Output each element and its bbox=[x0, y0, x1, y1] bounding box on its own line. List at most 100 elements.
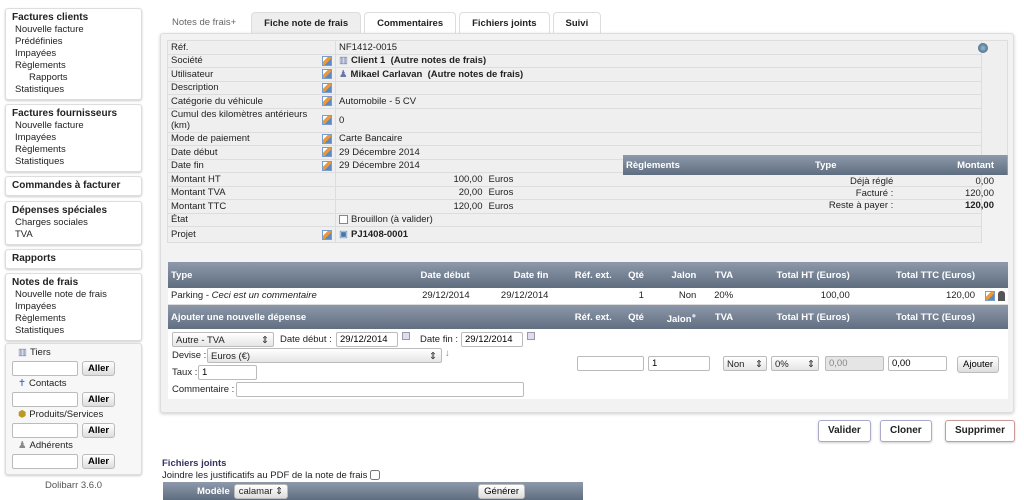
menu-title[interactable]: Factures fournisseurs bbox=[12, 108, 135, 120]
payment-row: Facturé : 120,00 bbox=[623, 187, 1008, 199]
field-label: Utilisateur bbox=[171, 68, 214, 80]
tab[interactable]: Fiche note de frais bbox=[251, 12, 362, 33]
attached-files-title: Fichiers joints bbox=[162, 458, 227, 469]
menu-title[interactable]: Commandes à facturer bbox=[12, 180, 135, 192]
menu-item[interactable]: Impayées bbox=[12, 48, 135, 60]
edit-icon[interactable] bbox=[322, 55, 332, 66]
field-value: 29 Décembre 2014 bbox=[339, 160, 420, 172]
menu-title[interactable]: Notes de frais bbox=[12, 277, 135, 289]
clone-button[interactable]: Cloner bbox=[880, 420, 932, 442]
tab[interactable]: Fichiers joints bbox=[459, 12, 550, 33]
menu-item[interactable]: Impayées bbox=[12, 132, 135, 144]
delete-button[interactable]: Supprimer bbox=[945, 420, 1016, 442]
edit-icon[interactable] bbox=[322, 160, 332, 171]
search-input[interactable] bbox=[12, 423, 78, 438]
menu-item[interactable]: TVA bbox=[12, 229, 135, 241]
generate-button[interactable]: Générer bbox=[478, 483, 525, 499]
project-link[interactable]: PJ1408-0001 bbox=[351, 229, 408, 240]
menu-item[interactable]: Nouvelle facture bbox=[12, 24, 135, 36]
field-value[interactable]: Mikael Carlavan bbox=[351, 69, 423, 80]
currency-select[interactable]: Euros (€) ⇕ bbox=[207, 348, 442, 363]
model-select[interactable]: calamar ⇕ bbox=[233, 483, 289, 499]
comment-input[interactable] bbox=[236, 382, 524, 397]
menu-item[interactable]: Règlements bbox=[12, 313, 135, 325]
field-label: Réf. bbox=[171, 41, 189, 53]
edit-icon[interactable] bbox=[322, 133, 332, 144]
calendar-icon[interactable] bbox=[527, 332, 535, 340]
menu-item[interactable]: Statistiques bbox=[12, 84, 135, 96]
tab-bar: Notes de frais+ Fiche note de frais Commen… bbox=[160, 12, 602, 33]
start-date-input[interactable] bbox=[336, 332, 398, 347]
edit-icon[interactable] bbox=[322, 229, 332, 240]
total-ht-input[interactable] bbox=[825, 356, 884, 371]
contact-icon: ✝ bbox=[18, 378, 26, 389]
edit-icon[interactable] bbox=[322, 69, 332, 80]
search-button[interactable]: Aller bbox=[82, 423, 116, 438]
search-label: ♟ Adhérents bbox=[18, 440, 73, 451]
line-start: 29/12/2014 bbox=[391, 288, 473, 305]
jalon-select[interactable]: Non ⇕ bbox=[723, 356, 767, 371]
user-icon: ♟ bbox=[339, 68, 348, 80]
ref-ext-input[interactable] bbox=[577, 356, 644, 371]
line-ht: 100,00 bbox=[736, 288, 853, 305]
tva-header: TVA bbox=[714, 311, 734, 323]
menu-block: Factures fournisseurs Nouvelle facture Imp… bbox=[5, 104, 142, 172]
menu-title[interactable]: Factures clients bbox=[12, 12, 135, 24]
member-icon: ♟ bbox=[18, 440, 27, 451]
validate-button[interactable]: Valider bbox=[818, 420, 871, 442]
tab[interactable]: Suivi bbox=[552, 12, 602, 33]
line-ttc: 120,00 bbox=[852, 288, 978, 305]
delete-line-icon[interactable] bbox=[998, 290, 1005, 301]
menu-block: Dépenses spéciales Charges sociales TVA bbox=[5, 201, 142, 245]
help-icon[interactable]: ↓ bbox=[445, 346, 450, 361]
attach-checkbox[interactable] bbox=[370, 470, 381, 481]
menu-title[interactable]: Rapports bbox=[12, 253, 135, 265]
next-record-icon[interactable] bbox=[978, 43, 988, 53]
edit-line-icon[interactable] bbox=[985, 290, 996, 301]
menu-title[interactable]: Dépenses spéciales bbox=[12, 205, 135, 217]
tab[interactable]: Notes de frais+ bbox=[160, 12, 249, 33]
edit-icon[interactable] bbox=[322, 82, 332, 93]
expense-type-select[interactable]: Autre - TVA ⇕ bbox=[172, 332, 274, 347]
search-button[interactable]: Aller bbox=[82, 361, 116, 376]
ttc-header: Total TTC (Euros) bbox=[896, 311, 975, 323]
menu-item[interactable]: Prédéfinies bbox=[12, 36, 135, 48]
edit-icon[interactable] bbox=[322, 147, 332, 158]
expense-lines-table: Type Date début Date fin Réf. ext. Qté Jalon T… bbox=[168, 262, 1008, 330]
field-label: Société bbox=[171, 55, 203, 67]
menu-item[interactable]: Impayées bbox=[12, 301, 135, 313]
tab[interactable]: Commentaires bbox=[364, 12, 457, 33]
search-button[interactable]: Aller bbox=[82, 454, 116, 469]
company-icon: ▥ bbox=[18, 347, 27, 358]
column-header: Total HT (Euros) bbox=[776, 269, 850, 281]
edit-icon[interactable] bbox=[322, 115, 332, 125]
field-label: Montant TVA bbox=[167, 185, 336, 200]
menu-item[interactable]: Nouvelle note de frais bbox=[12, 289, 135, 301]
ref-header: Réf. ext. bbox=[574, 311, 612, 323]
field-value[interactable]: Client 1 bbox=[351, 55, 385, 66]
menu-item[interactable]: Statistiques bbox=[12, 156, 135, 168]
search-button[interactable]: Aller bbox=[82, 392, 116, 407]
end-date-input[interactable] bbox=[461, 332, 523, 347]
column-header: Total TTC (Euros) bbox=[896, 269, 975, 281]
menu-item[interactable]: Règlements bbox=[12, 144, 135, 156]
add-line-button[interactable]: Ajouter bbox=[957, 356, 1000, 373]
menu-item[interactable]: Rapports bbox=[12, 72, 135, 84]
payments-header: Règlements bbox=[626, 160, 680, 171]
menu-item[interactable]: Charges sociales bbox=[12, 217, 135, 229]
model-label: Modèle bbox=[197, 485, 230, 497]
tva-select[interactable]: 0% ⇕ bbox=[771, 356, 819, 371]
rate-input[interactable] bbox=[198, 365, 257, 380]
qty-input[interactable] bbox=[648, 356, 710, 371]
menu-item[interactable]: Règlements bbox=[12, 60, 135, 72]
total-ttc-input[interactable] bbox=[888, 356, 947, 371]
info-icon[interactable]: ● bbox=[692, 311, 697, 320]
search-input[interactable] bbox=[12, 454, 78, 469]
menu-item[interactable]: Statistiques bbox=[12, 325, 135, 337]
edit-icon[interactable] bbox=[322, 96, 332, 107]
calendar-icon[interactable] bbox=[402, 332, 410, 340]
menu-item[interactable]: Nouvelle facture bbox=[12, 120, 135, 132]
field-row: Cumul des kilomètres antérieurs (km) 0 bbox=[167, 107, 1008, 133]
search-input[interactable] bbox=[12, 392, 78, 407]
search-input[interactable] bbox=[12, 361, 78, 376]
